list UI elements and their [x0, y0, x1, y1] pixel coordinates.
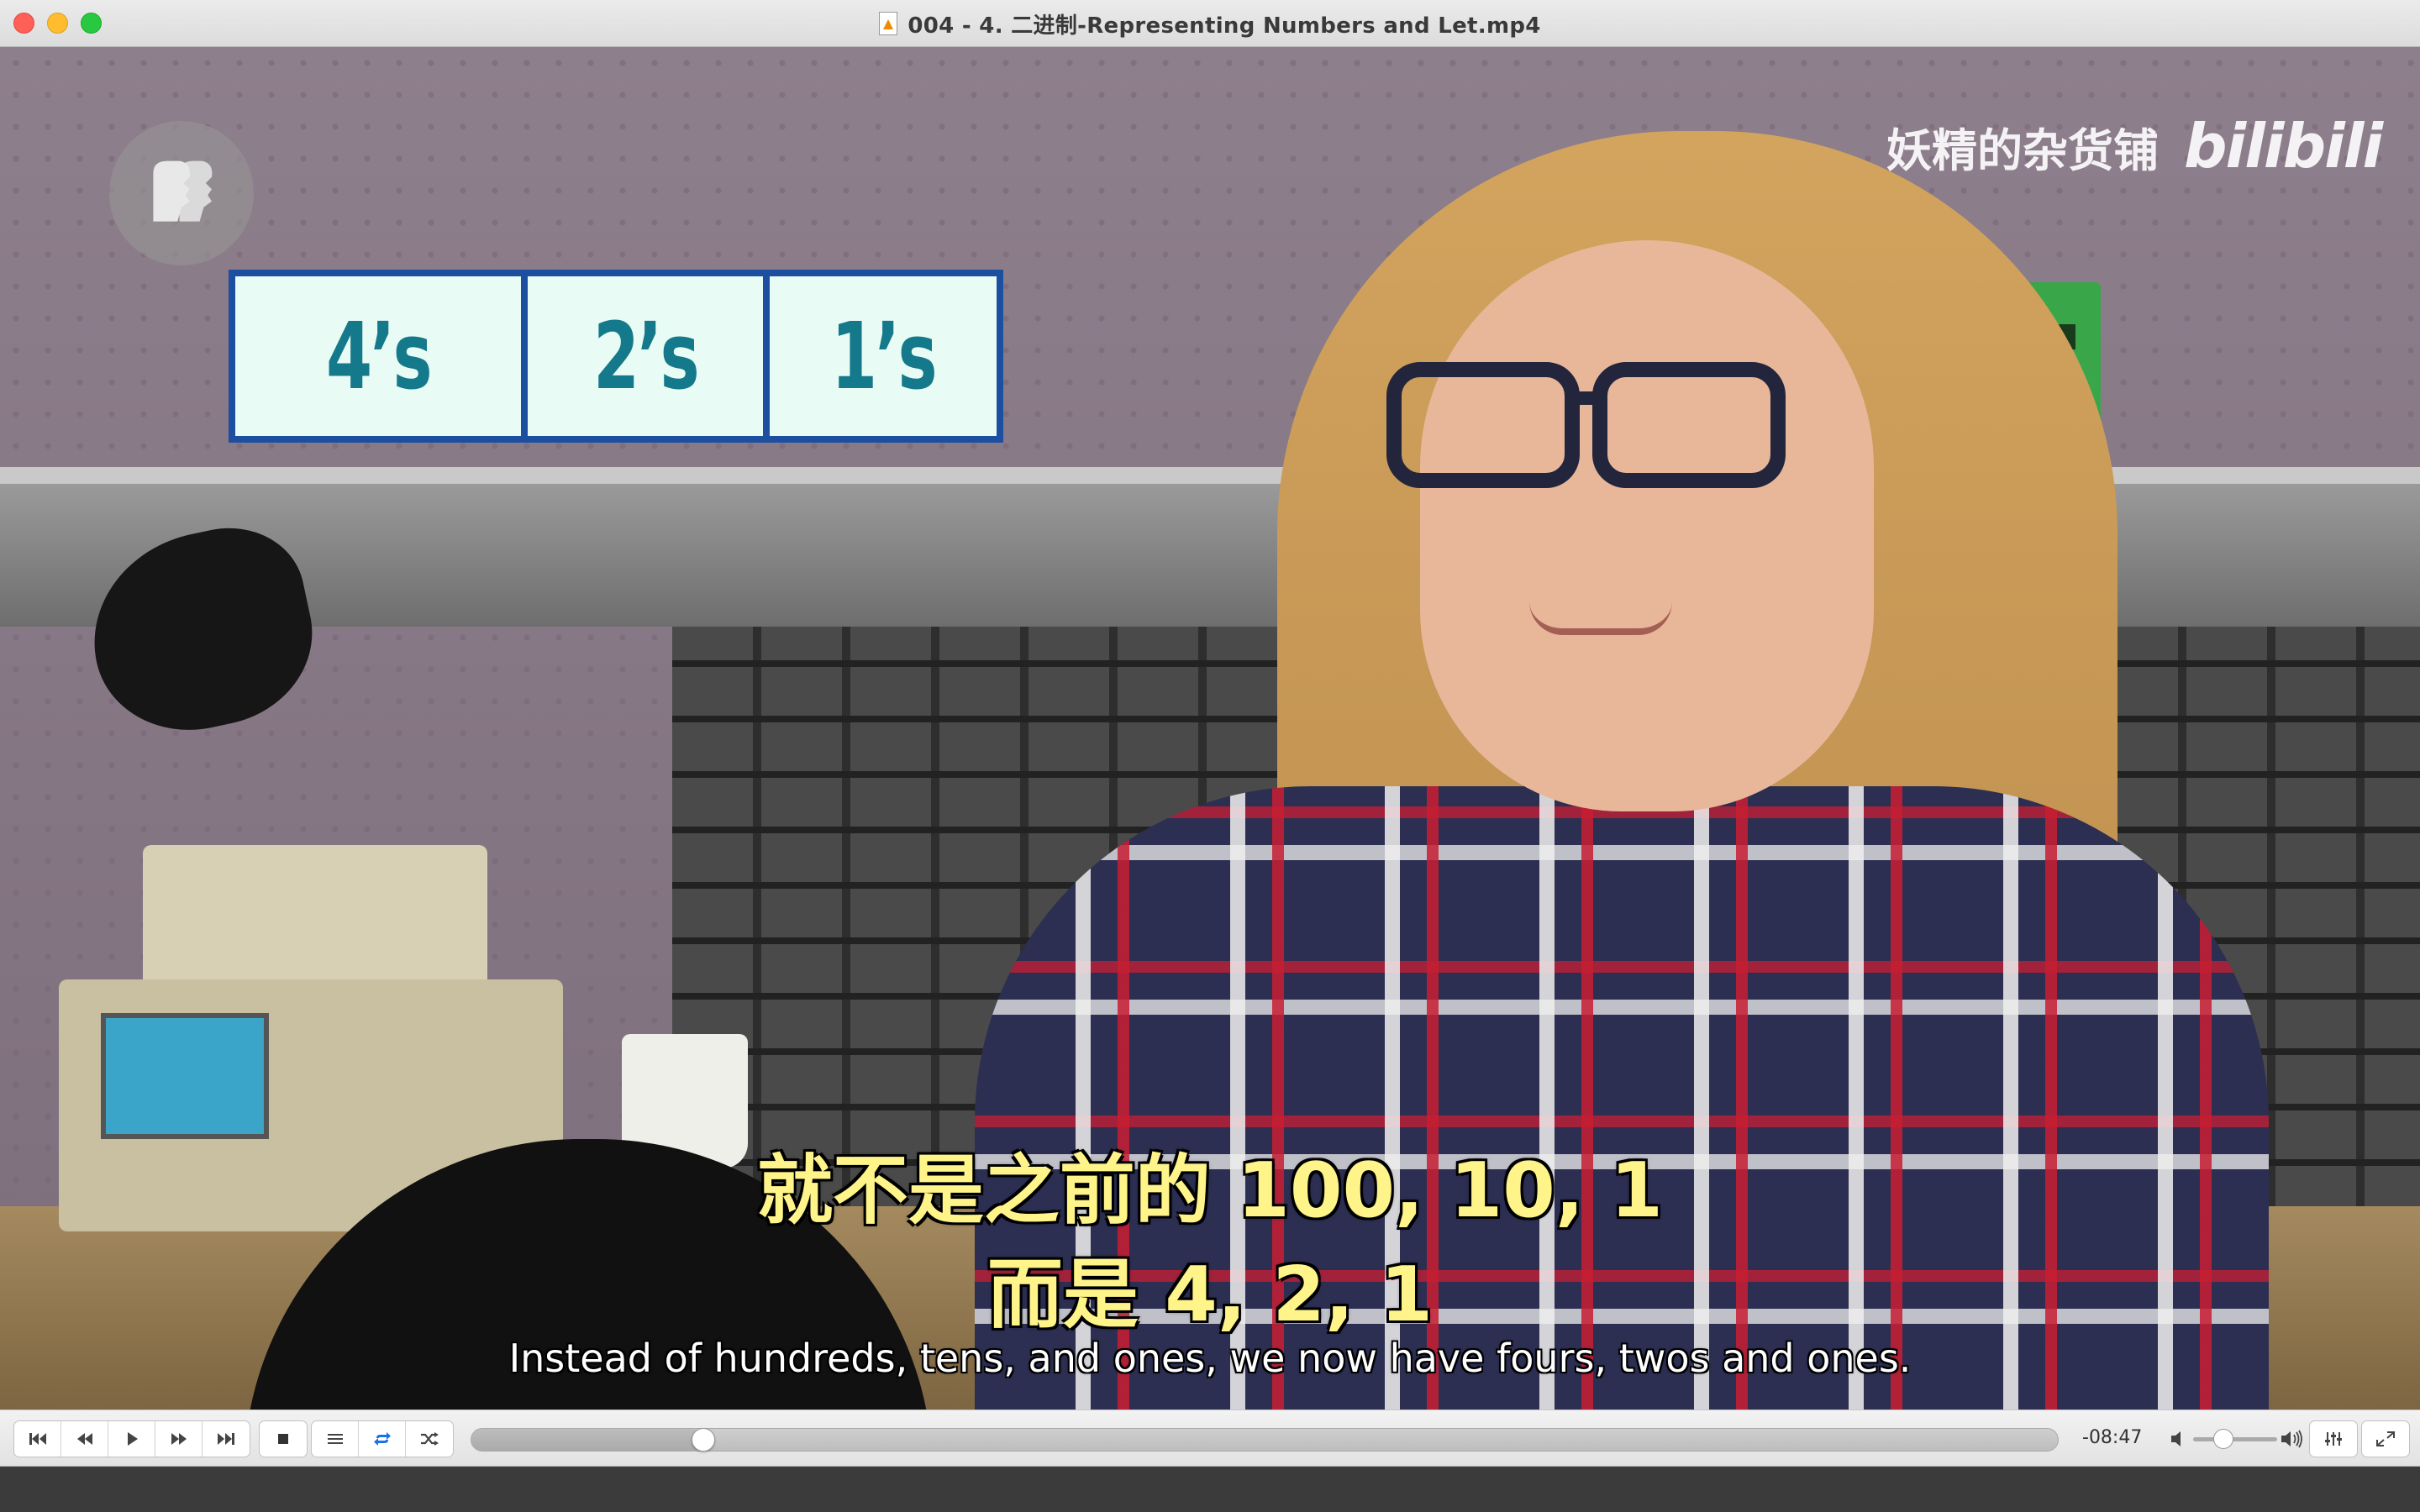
fullscreen-button[interactable]	[2362, 1421, 2409, 1457]
fast-forward-button[interactable]	[155, 1421, 203, 1457]
equalizer-button-group	[2309, 1420, 2358, 1457]
place-value-label: 1’s	[831, 302, 938, 410]
play-icon	[127, 1432, 138, 1446]
rewind-button[interactable]	[61, 1421, 108, 1457]
watermark-channel-name: 妖精的杂货铺	[1886, 123, 2159, 177]
bilibili-logo: bilibili	[2184, 111, 2383, 181]
volume-low-icon[interactable]	[2168, 1427, 2190, 1451]
volume-slider[interactable]	[2193, 1429, 2277, 1449]
place-value-twos: 2’s	[528, 276, 763, 436]
skip-previous-icon	[29, 1433, 46, 1445]
vlc-file-icon	[879, 12, 898, 35]
rewind-icon	[76, 1433, 92, 1445]
presenter-glasses-right	[1592, 362, 1786, 488]
stop-button[interactable]	[260, 1421, 307, 1457]
seek-bar-handle[interactable]	[691, 1428, 715, 1452]
playlist-mode-button-group	[311, 1420, 454, 1457]
pbs-logo-icon	[109, 121, 254, 265]
equalizer-button[interactable]	[2310, 1421, 2357, 1457]
volume-slider-handle[interactable]	[2213, 1429, 2233, 1449]
seek-bar-elapsed	[471, 1429, 703, 1451]
fullscreen-button-group	[2361, 1420, 2410, 1457]
presenter-face	[1420, 240, 1874, 811]
shuffle-icon	[421, 1432, 439, 1446]
stop-icon	[278, 1434, 288, 1444]
subtitle-english: Instead of hundreds, tens, and ones, we …	[508, 1336, 1912, 1381]
loop-button[interactable]	[359, 1421, 406, 1457]
window-title: 004 - 4. 二进制-Representing Numbers and Le…	[908, 13, 1541, 39]
presenter-glasses-left	[1386, 362, 1580, 488]
title-bar: 004 - 4. 二进制-Representing Numbers and Le…	[0, 0, 2420, 47]
playback-control-bar: -08:47	[0, 1410, 2420, 1467]
loop-icon	[373, 1432, 391, 1446]
playlist-icon	[327, 1434, 343, 1444]
bilibili-watermark: 妖精的杂货铺 bilibili	[1886, 111, 2383, 181]
skip-next-button[interactable]	[203, 1421, 250, 1457]
skip-next-icon	[218, 1433, 234, 1445]
place-value-label: 4’s	[326, 302, 433, 410]
equalizer-icon	[2325, 1432, 2342, 1446]
seek-bar[interactable]	[471, 1428, 2059, 1452]
video-frame[interactable]: 妖精的杂货铺 bilibili 4’s 2’s 1’s 就不是之前的 100, …	[0, 47, 2420, 1410]
presenter-glasses-bridge	[1571, 391, 1605, 405]
play-button[interactable]	[108, 1421, 155, 1457]
playlist-button[interactable]	[312, 1421, 359, 1457]
window-title-area: 004 - 4. 二进制-Representing Numbers and Le…	[0, 0, 2420, 47]
subtitle-chinese-line-2: 而是 4, 2, 1	[986, 1251, 1434, 1339]
transport-button-group	[13, 1420, 250, 1457]
place-value-label: 2’s	[593, 302, 700, 410]
presenter-mouth	[1529, 601, 1672, 635]
volume-high-icon[interactable]	[2279, 1427, 2304, 1451]
oscilloscope-screen	[101, 1013, 269, 1139]
desktop-strip	[0, 1467, 2420, 1512]
time-remaining[interactable]: -08:47	[2082, 1427, 2149, 1448]
shuffle-button[interactable]	[406, 1421, 453, 1457]
place-value-ones: 1’s	[770, 276, 997, 436]
place-value-fours: 4’s	[235, 276, 521, 436]
subtitle-chinese-line-1: 就不是之前的 100, 10, 1	[756, 1147, 1664, 1235]
place-value-boxes: 4’s 2’s 1’s	[229, 270, 1003, 443]
stop-button-group	[259, 1420, 308, 1457]
fast-forward-icon	[171, 1433, 187, 1445]
skip-previous-button[interactable]	[14, 1421, 61, 1457]
fullscreen-icon	[2376, 1431, 2395, 1446]
